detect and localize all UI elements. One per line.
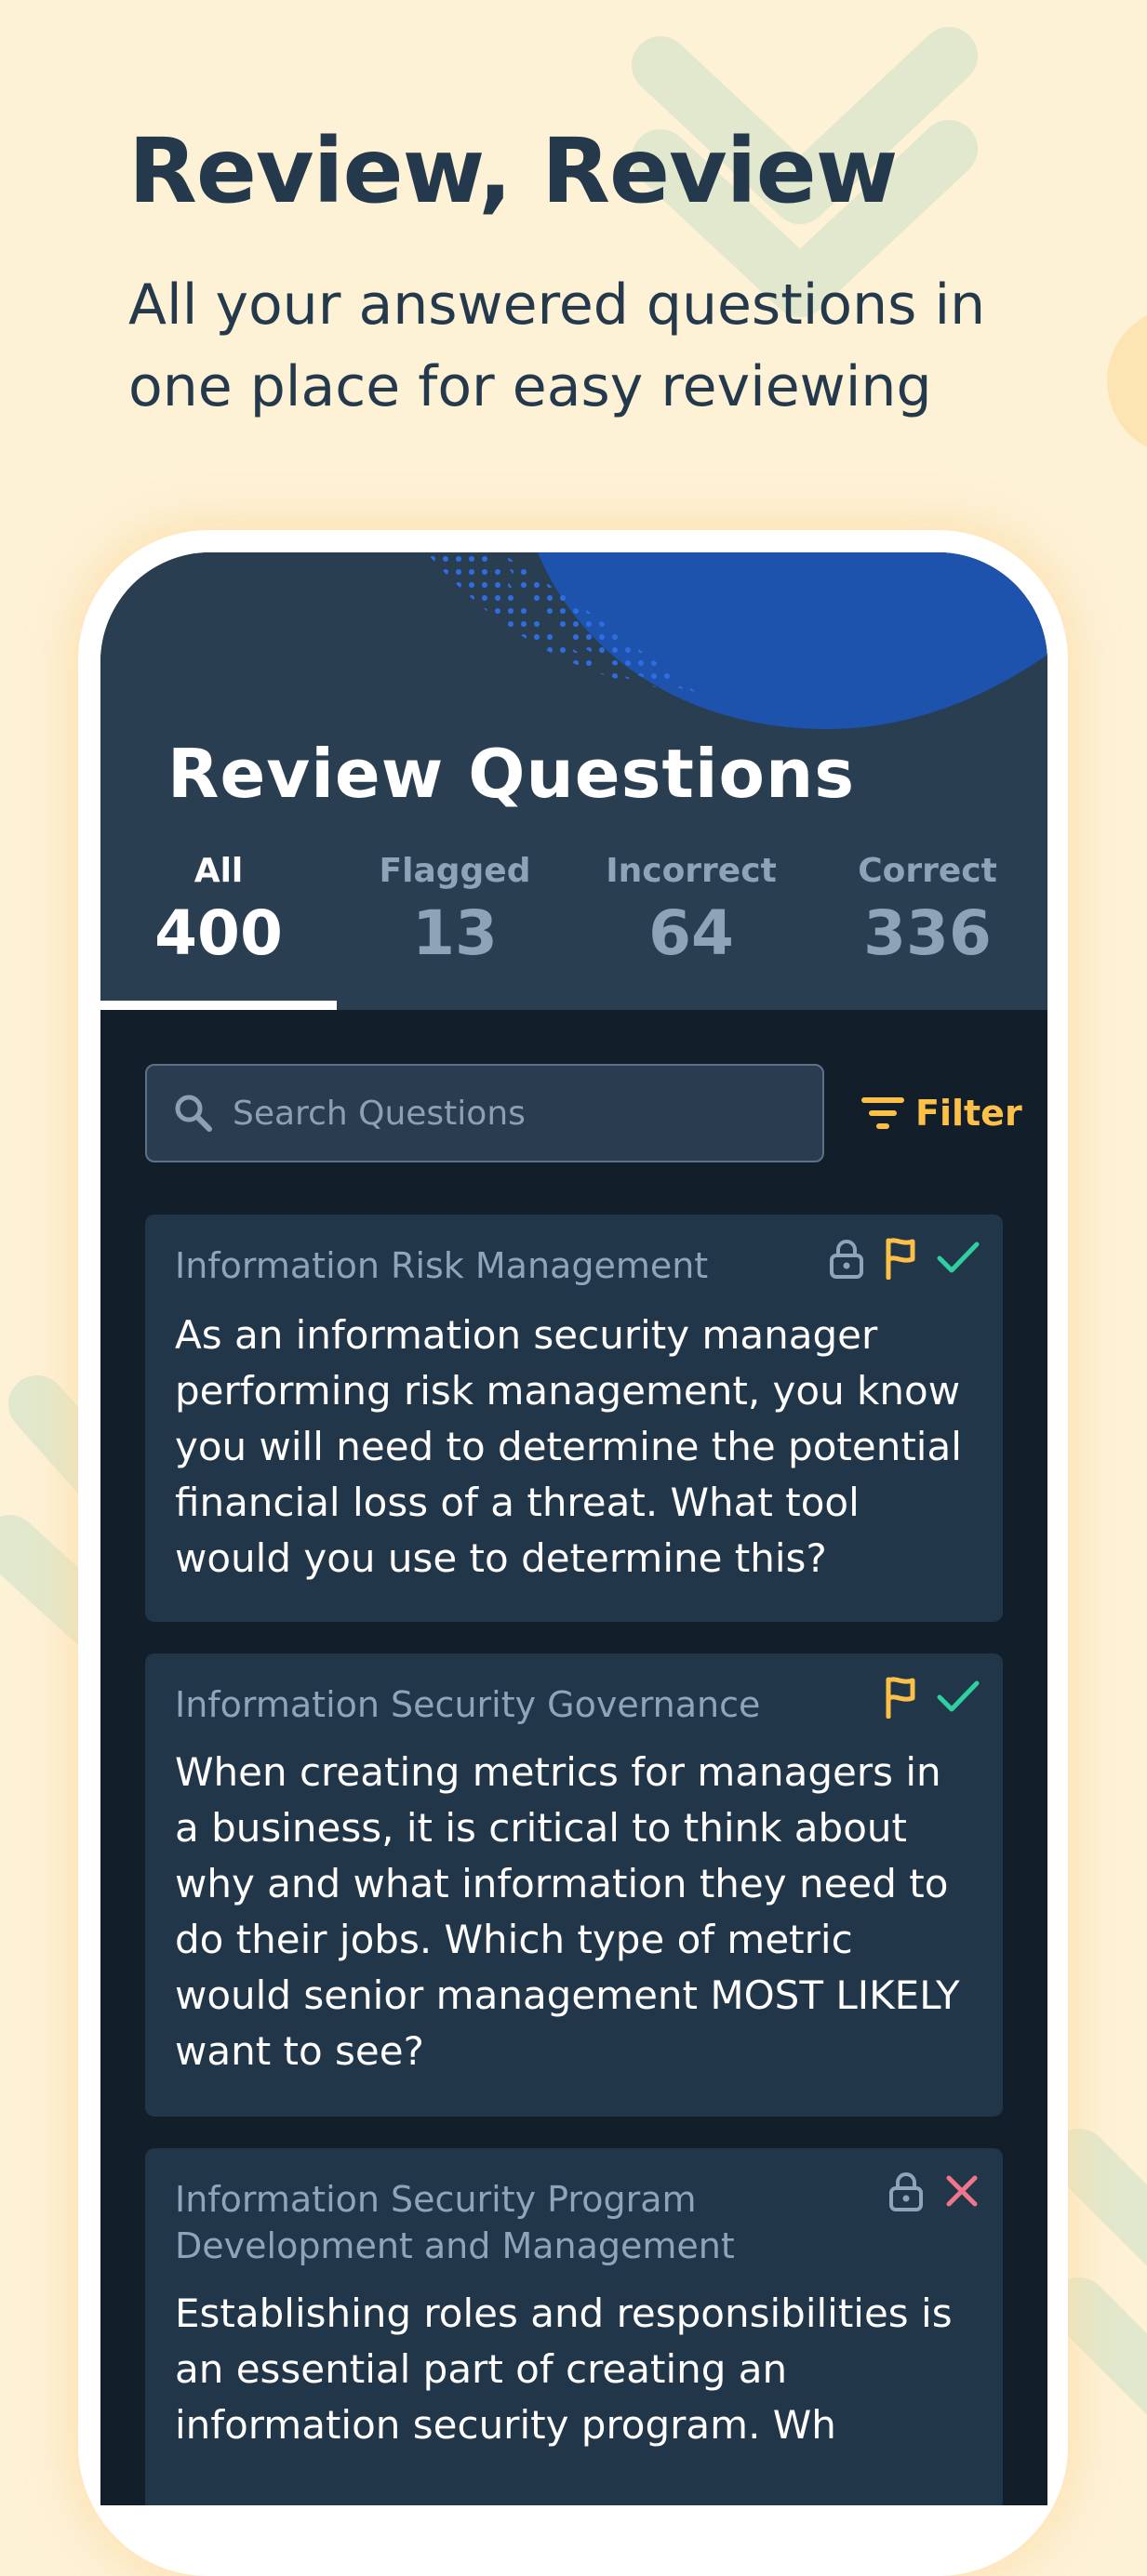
review-tabs: All 400 Flagged 13 Incorrect 64 Correct …	[100, 850, 1047, 1010]
hero-subtitle: All your answered questions in one place…	[128, 272, 986, 419]
question-card[interactable]: Information Risk Management As an inform…	[145, 1215, 1003, 1622]
filter-button[interactable]: Filter	[861, 1082, 1022, 1144]
question-card[interactable]: Information Security Program Development…	[145, 2148, 1003, 2505]
question-card[interactable]: Information Security Governance When cre…	[145, 1653, 1003, 2117]
tab-count: 13	[412, 897, 498, 969]
tab-count: 336	[863, 897, 992, 969]
background-circle-decoration	[1107, 315, 1147, 447]
tab-all[interactable]: All 400	[100, 850, 337, 1010]
question-status-icons	[869, 2171, 980, 2211]
tab-label: Incorrect	[606, 852, 777, 890]
tab-label: Flagged	[379, 852, 531, 890]
check-icon	[937, 1242, 980, 1273]
filter-label: Filter	[915, 1093, 1022, 1134]
question-category: Information Security Governance	[175, 1684, 761, 1725]
background-chevron-left-decoration	[0, 1375, 84, 1651]
screen-title: Review Questions	[167, 735, 856, 813]
active-tab-indicator	[100, 1001, 337, 1010]
question-status-icons	[865, 1676, 980, 1719]
question-text: Establishing roles and responsibilities …	[175, 2291, 953, 2448]
app-screen: Review Questions All 400 Flagged 13 Inco…	[100, 552, 1047, 2505]
flag-icon	[886, 1238, 915, 1280]
tab-count: 400	[154, 897, 283, 969]
lock-icon	[830, 1240, 863, 1279]
search-box	[145, 1064, 824, 1162]
search-input[interactable]	[231, 1080, 804, 1147]
tab-correct[interactable]: Correct 336	[809, 850, 1046, 1010]
tab-incorrect[interactable]: Incorrect 64	[573, 850, 809, 1010]
lock-icon	[889, 2172, 923, 2211]
hero-title: Review, Review	[128, 119, 898, 223]
search-icon	[175, 1095, 212, 1132]
tab-count: 64	[648, 897, 734, 969]
question-category: Information Risk Management	[175, 1245, 709, 1286]
question-status-icons	[809, 1237, 980, 1280]
filter-icon	[861, 1097, 904, 1129]
question-text: When creating metrics for managers in a …	[175, 1749, 960, 2074]
screen-header: Review Questions All 400 Flagged 13 Inco…	[100, 552, 1047, 1010]
flag-icon	[886, 1677, 915, 1719]
x-icon	[946, 2175, 978, 2207]
tab-label: Correct	[858, 852, 997, 890]
question-category: Information Security Program Development…	[175, 2179, 735, 2266]
question-text: As an information security manager perfo…	[175, 1312, 962, 1581]
background-chevron-right-decoration	[1060, 2129, 1147, 2415]
check-icon	[937, 1680, 980, 1712]
tab-flagged[interactable]: Flagged 13	[337, 850, 573, 1010]
tab-label: All	[193, 852, 244, 890]
